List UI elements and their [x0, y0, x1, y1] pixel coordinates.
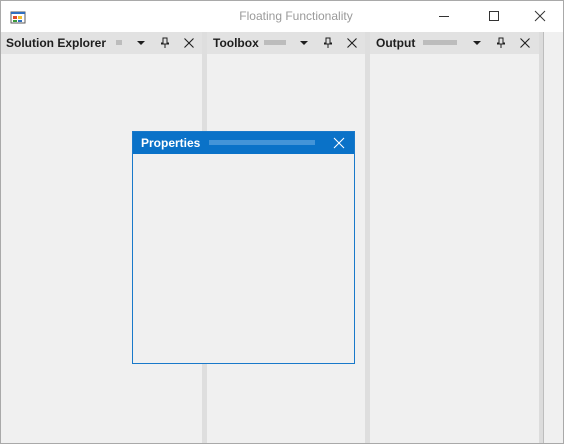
application-window: Floating Functionality Solution Explorer — [0, 0, 564, 444]
properties-floating-window[interactable]: Properties — [132, 131, 355, 364]
panel-title: Output — [376, 36, 416, 50]
window-close-button[interactable] — [517, 1, 563, 32]
properties-header[interactable]: Properties — [133, 132, 354, 154]
floating-panel-title: Properties — [141, 136, 201, 150]
drag-grip[interactable] — [423, 40, 457, 45]
output-header[interactable]: Output — [370, 32, 539, 54]
solution-explorer-header[interactable]: Solution Explorer — [1, 32, 202, 54]
panel-title: Toolbox — [213, 36, 259, 50]
close-icon[interactable] — [518, 36, 532, 50]
drag-grip[interactable] — [209, 140, 315, 145]
close-icon[interactable] — [332, 136, 346, 150]
output-panel: Output — [370, 32, 539, 443]
close-icon[interactable] — [345, 36, 359, 50]
maximize-button[interactable] — [471, 1, 517, 32]
minimize-button[interactable] — [421, 1, 467, 32]
pin-icon[interactable] — [321, 36, 335, 50]
dropdown-arrow-icon[interactable] — [470, 36, 484, 50]
dock-edge-line — [543, 32, 544, 443]
drag-grip[interactable] — [116, 40, 122, 45]
pin-icon[interactable] — [158, 36, 172, 50]
title-bar[interactable]: Floating Functionality — [1, 1, 563, 32]
toolbox-header[interactable]: Toolbox — [207, 32, 365, 54]
dropdown-arrow-icon[interactable] — [134, 36, 148, 50]
close-icon[interactable] — [182, 36, 196, 50]
maximize-icon — [489, 11, 499, 21]
pin-icon[interactable] — [494, 36, 508, 50]
drag-grip[interactable] — [264, 40, 286, 45]
minimize-icon — [439, 16, 449, 17]
panel-title: Solution Explorer — [6, 36, 107, 50]
dropdown-arrow-icon[interactable] — [297, 36, 311, 50]
close-icon — [534, 10, 546, 22]
